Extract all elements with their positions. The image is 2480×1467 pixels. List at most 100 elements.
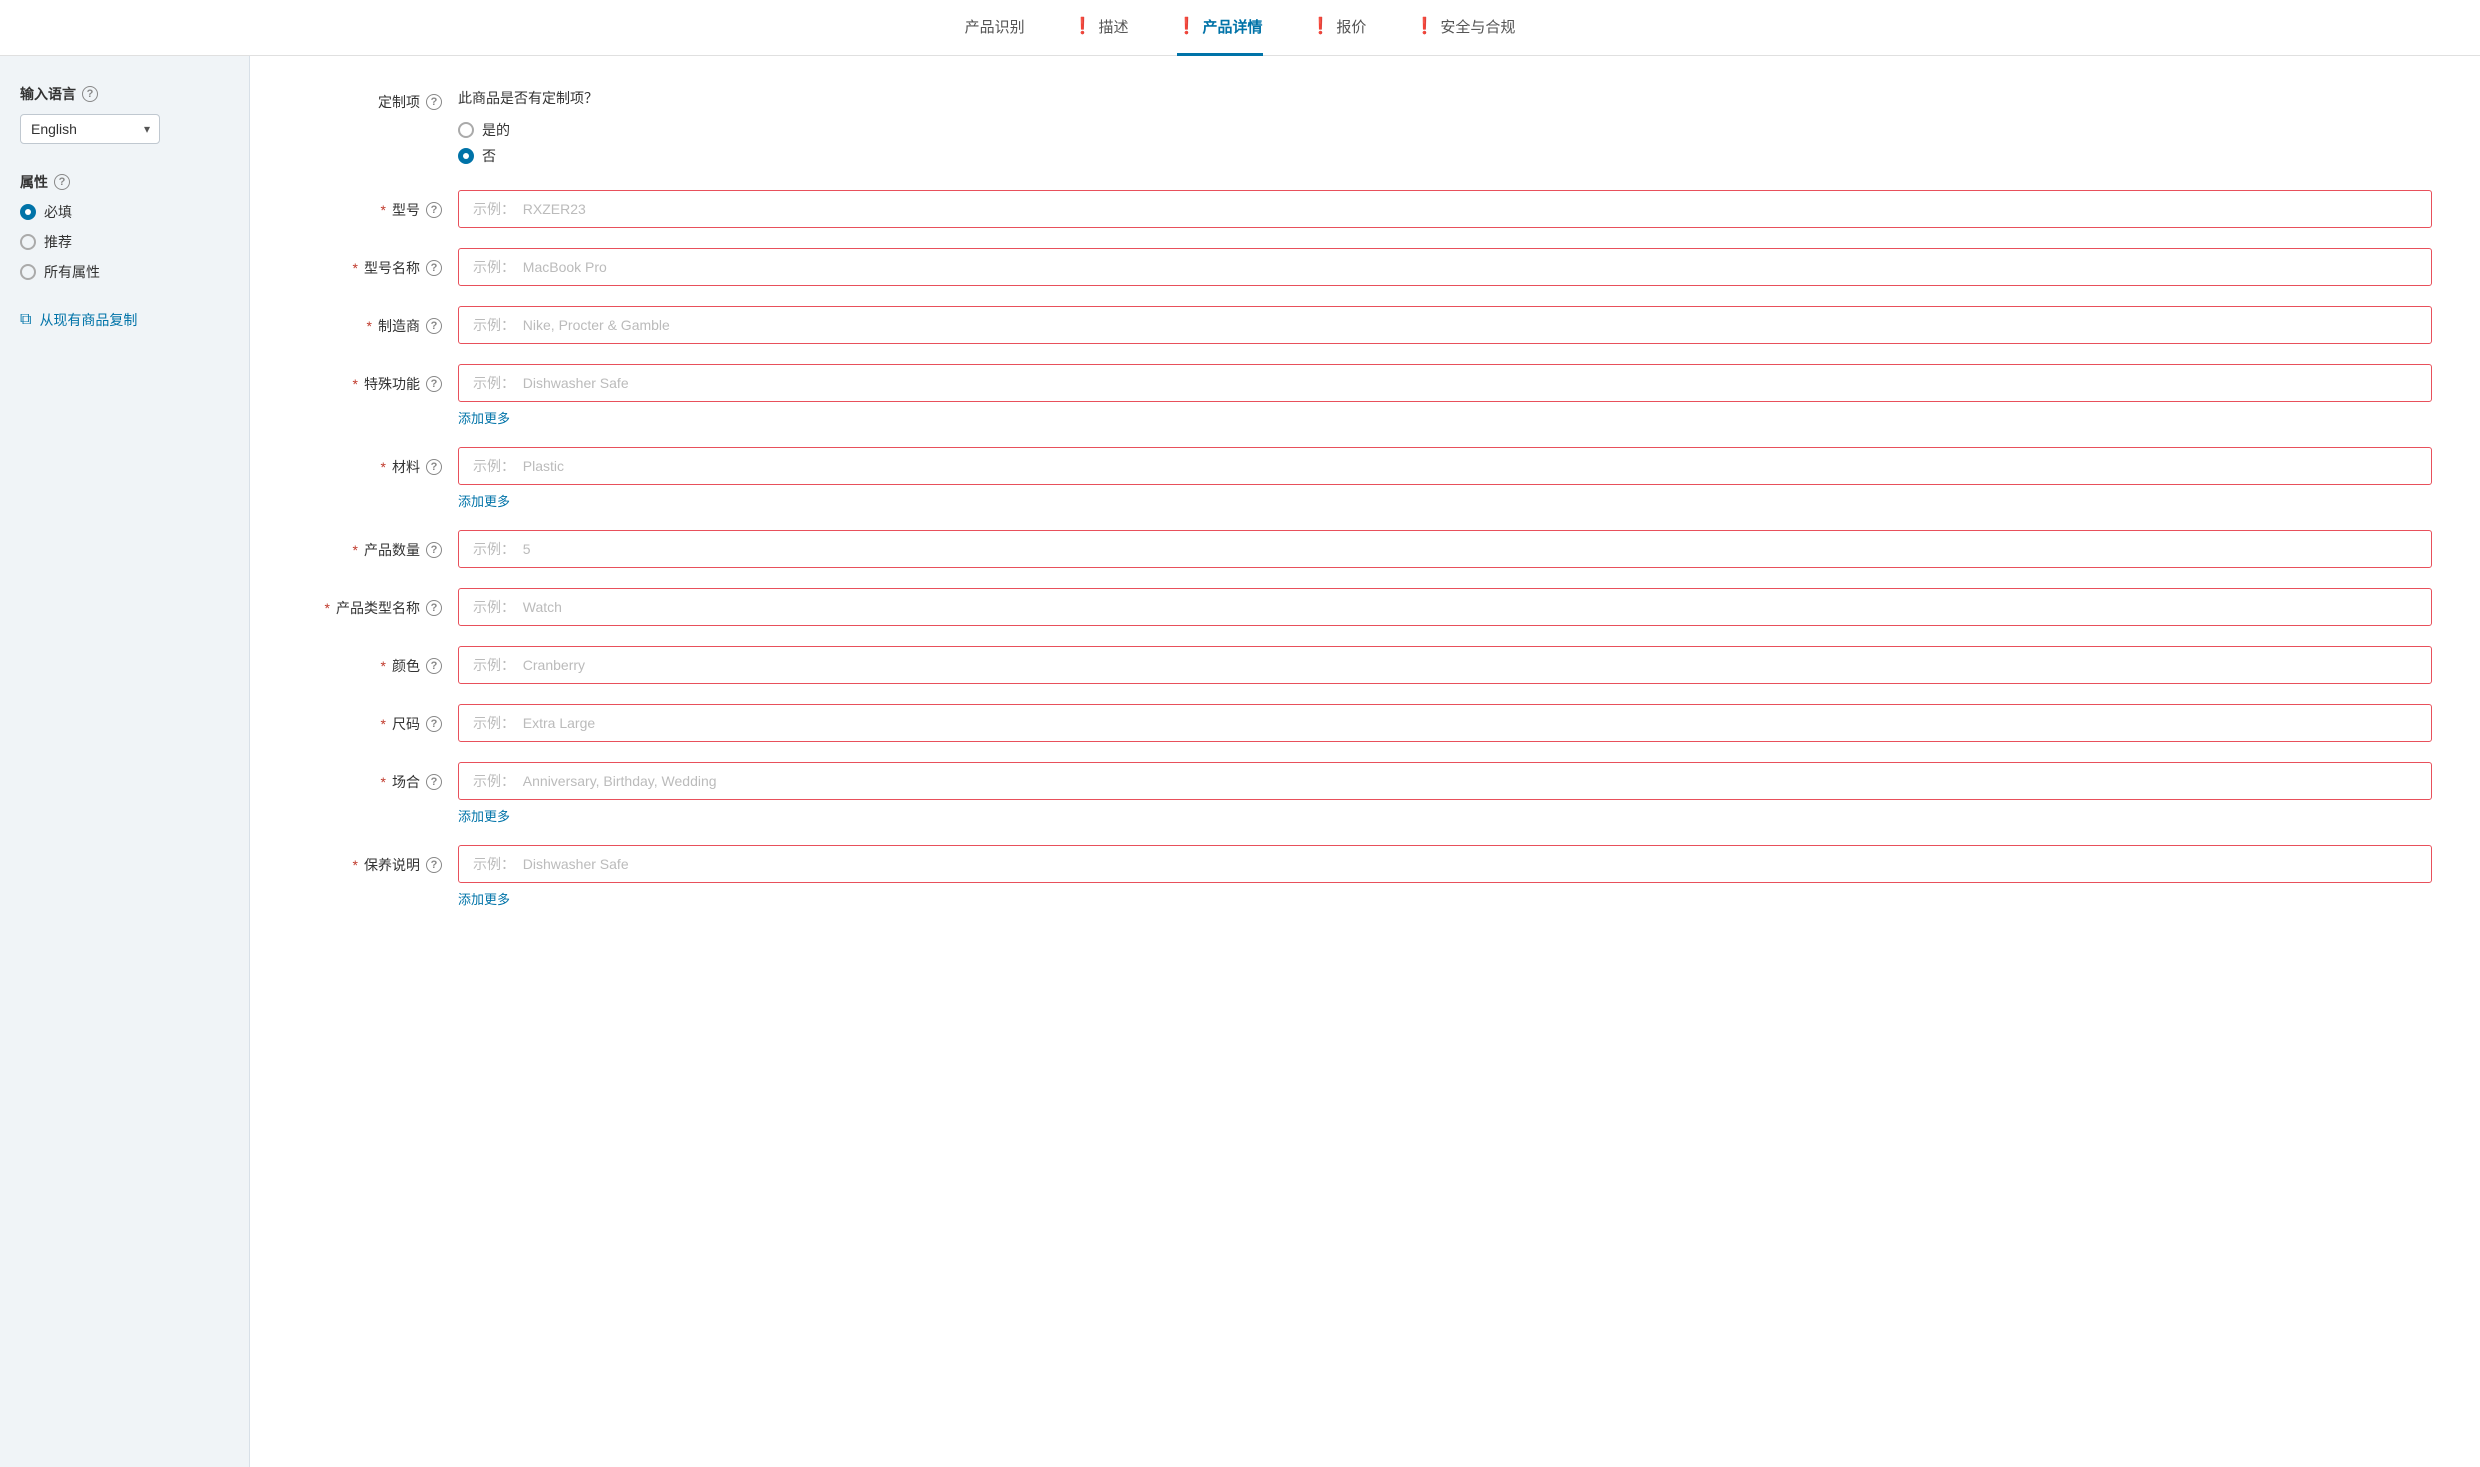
form-row-size: *尺码? bbox=[298, 704, 2432, 742]
customization-no-option[interactable]: 否 bbox=[458, 146, 598, 166]
input-language-help-icon[interactable]: ? bbox=[82, 86, 98, 102]
label-text-manufacturer: 制造商 bbox=[378, 316, 420, 336]
add-more-occasion[interactable]: 添加更多 bbox=[458, 806, 2432, 825]
label-text-occasion: 场合 bbox=[392, 772, 420, 792]
help-icon-material[interactable]: ? bbox=[426, 459, 442, 475]
input-occasion[interactable] bbox=[458, 762, 2432, 800]
form-row-material: * 材料? 添加更多 bbox=[298, 447, 2432, 510]
input-product-quantity[interactable] bbox=[458, 530, 2432, 568]
customization-row: 定制项 ? 此商品是否有定制项？ 是的 否 bbox=[298, 88, 2432, 166]
input-material[interactable] bbox=[458, 447, 2432, 485]
tab-description[interactable]: ❗描述 bbox=[1073, 0, 1129, 56]
copy-icon: ⧉ bbox=[20, 311, 31, 329]
attribute-required-label: 必填 bbox=[44, 202, 72, 222]
input-model-number[interactable] bbox=[458, 190, 2432, 228]
field-wrapper-special-features: 添加更多 bbox=[458, 364, 2432, 427]
field-wrapper-manufacturer bbox=[458, 306, 2432, 344]
required-star-model-name: * bbox=[353, 260, 358, 276]
field-wrapper-product-quantity bbox=[458, 530, 2432, 568]
language-select[interactable]: English中文日本語한국어 bbox=[20, 114, 160, 144]
help-icon-color[interactable]: ? bbox=[426, 658, 442, 674]
form-label-material: * 材料? bbox=[298, 447, 458, 477]
input-language-label: 输入语言 bbox=[20, 84, 76, 104]
help-icon-product-type-name[interactable]: ? bbox=[426, 600, 442, 616]
attribute-all-option[interactable]: 所有属性 bbox=[20, 262, 229, 282]
product-detail-error-icon: ❗ bbox=[1177, 16, 1197, 36]
customization-label-text: 定制项 bbox=[378, 92, 420, 112]
form-row-care-instructions: *保养说明?添加更多 bbox=[298, 845, 2432, 908]
form-row-product-type-name: *产品类型名称? bbox=[298, 588, 2432, 626]
field-wrapper-product-type-name bbox=[458, 588, 2432, 626]
help-icon-model-number[interactable]: ? bbox=[426, 202, 442, 218]
customization-yes-label: 是的 bbox=[482, 120, 510, 140]
form-label-model-name: * 型号名称? bbox=[298, 248, 458, 278]
attributes-title: 属性 ? bbox=[20, 172, 229, 192]
field-wrapper-occasion: 添加更多 bbox=[458, 762, 2432, 825]
tab-pricing[interactable]: ❗报价 bbox=[1311, 0, 1367, 56]
top-nav: 产品识别❗描述❗产品详情❗报价❗安全与合规 bbox=[0, 0, 2480, 56]
attributes-help-icon[interactable]: ? bbox=[54, 174, 70, 190]
help-icon-product-quantity[interactable]: ? bbox=[426, 542, 442, 558]
help-icon-occasion[interactable]: ? bbox=[426, 774, 442, 790]
add-more-material[interactable]: 添加更多 bbox=[458, 491, 2432, 510]
field-wrapper-care-instructions: 添加更多 bbox=[458, 845, 2432, 908]
attribute-radio-group: 必填推荐所有属性 bbox=[20, 202, 229, 282]
customization-content: 此商品是否有定制项？ 是的 否 bbox=[458, 88, 598, 166]
help-icon-special-features[interactable]: ? bbox=[426, 376, 442, 392]
attribute-required-radio[interactable] bbox=[20, 204, 36, 220]
add-more-special-features[interactable]: 添加更多 bbox=[458, 408, 2432, 427]
required-star-model-number: * bbox=[381, 202, 386, 218]
form-row-occasion: * 场合? 添加更多 bbox=[298, 762, 2432, 825]
form-label-color: * 颜色? bbox=[298, 646, 458, 676]
input-special-features[interactable] bbox=[458, 364, 2432, 402]
attribute-all-radio[interactable] bbox=[20, 264, 36, 280]
add-more-care-instructions[interactable]: 添加更多 bbox=[458, 889, 2432, 908]
content-area: 定制项 ? 此商品是否有定制项？ 是的 否 *型号?*型号名称?*制造商?* bbox=[250, 56, 2480, 1467]
input-model-name[interactable] bbox=[458, 248, 2432, 286]
customization-no-radio[interactable] bbox=[458, 148, 474, 164]
form-label-size: *尺码? bbox=[298, 704, 458, 734]
field-wrapper-material: 添加更多 bbox=[458, 447, 2432, 510]
required-star-product-quantity: * bbox=[353, 542, 358, 558]
required-star-special-features: * bbox=[353, 376, 358, 392]
input-manufacturer[interactable] bbox=[458, 306, 2432, 344]
pricing-error-icon: ❗ bbox=[1311, 16, 1331, 36]
help-icon-model-name[interactable]: ? bbox=[426, 260, 442, 276]
required-star-size: * bbox=[381, 716, 386, 732]
customization-help-icon[interactable]: ? bbox=[426, 94, 442, 110]
required-star-material: * bbox=[381, 459, 386, 475]
customization-yes-option[interactable]: 是的 bbox=[458, 120, 598, 140]
attributes-section: 属性 ? 必填推荐所有属性 bbox=[20, 172, 229, 282]
safety-error-icon: ❗ bbox=[1414, 16, 1434, 36]
required-star-manufacturer: * bbox=[367, 318, 372, 334]
input-language-section: 输入语言 ? English中文日本語한국어 ▾ bbox=[20, 84, 229, 144]
form-label-product-type-name: *产品类型名称? bbox=[298, 588, 458, 618]
form-label-product-quantity: *产品数量? bbox=[298, 530, 458, 560]
attribute-recommended-option[interactable]: 推荐 bbox=[20, 232, 229, 252]
input-care-instructions[interactable] bbox=[458, 845, 2432, 883]
customization-yes-radio[interactable] bbox=[458, 122, 474, 138]
label-text-product-type-name: 产品类型名称 bbox=[336, 598, 420, 618]
tab-product-id[interactable]: 产品识别 bbox=[965, 0, 1025, 56]
input-color[interactable] bbox=[458, 646, 2432, 684]
help-icon-care-instructions[interactable]: ? bbox=[426, 857, 442, 873]
attribute-recommended-radio[interactable] bbox=[20, 234, 36, 250]
copy-from-existing-label: 从现有商品复制 bbox=[39, 310, 137, 330]
tab-product-detail[interactable]: ❗产品详情 bbox=[1177, 0, 1263, 56]
label-text-model-name: 型号名称 bbox=[364, 258, 420, 278]
required-star-occasion: * bbox=[381, 774, 386, 790]
tab-pricing-label: 报价 bbox=[1336, 16, 1366, 37]
label-text-care-instructions: 保养说明 bbox=[364, 855, 420, 875]
customization-no-label: 否 bbox=[482, 146, 496, 166]
attribute-required-option[interactable]: 必填 bbox=[20, 202, 229, 222]
input-size[interactable] bbox=[458, 704, 2432, 742]
input-language-title: 输入语言 ? bbox=[20, 84, 229, 104]
help-icon-size[interactable]: ? bbox=[426, 716, 442, 732]
help-icon-manufacturer[interactable]: ? bbox=[426, 318, 442, 334]
label-text-color: 颜色 bbox=[392, 656, 420, 676]
tab-safety[interactable]: ❗安全与合规 bbox=[1414, 0, 1515, 56]
label-text-material: 材料 bbox=[392, 457, 420, 477]
copy-from-existing-button[interactable]: ⧉ 从现有商品复制 bbox=[20, 310, 229, 330]
required-star-color: * bbox=[381, 658, 386, 674]
input-product-type-name[interactable] bbox=[458, 588, 2432, 626]
